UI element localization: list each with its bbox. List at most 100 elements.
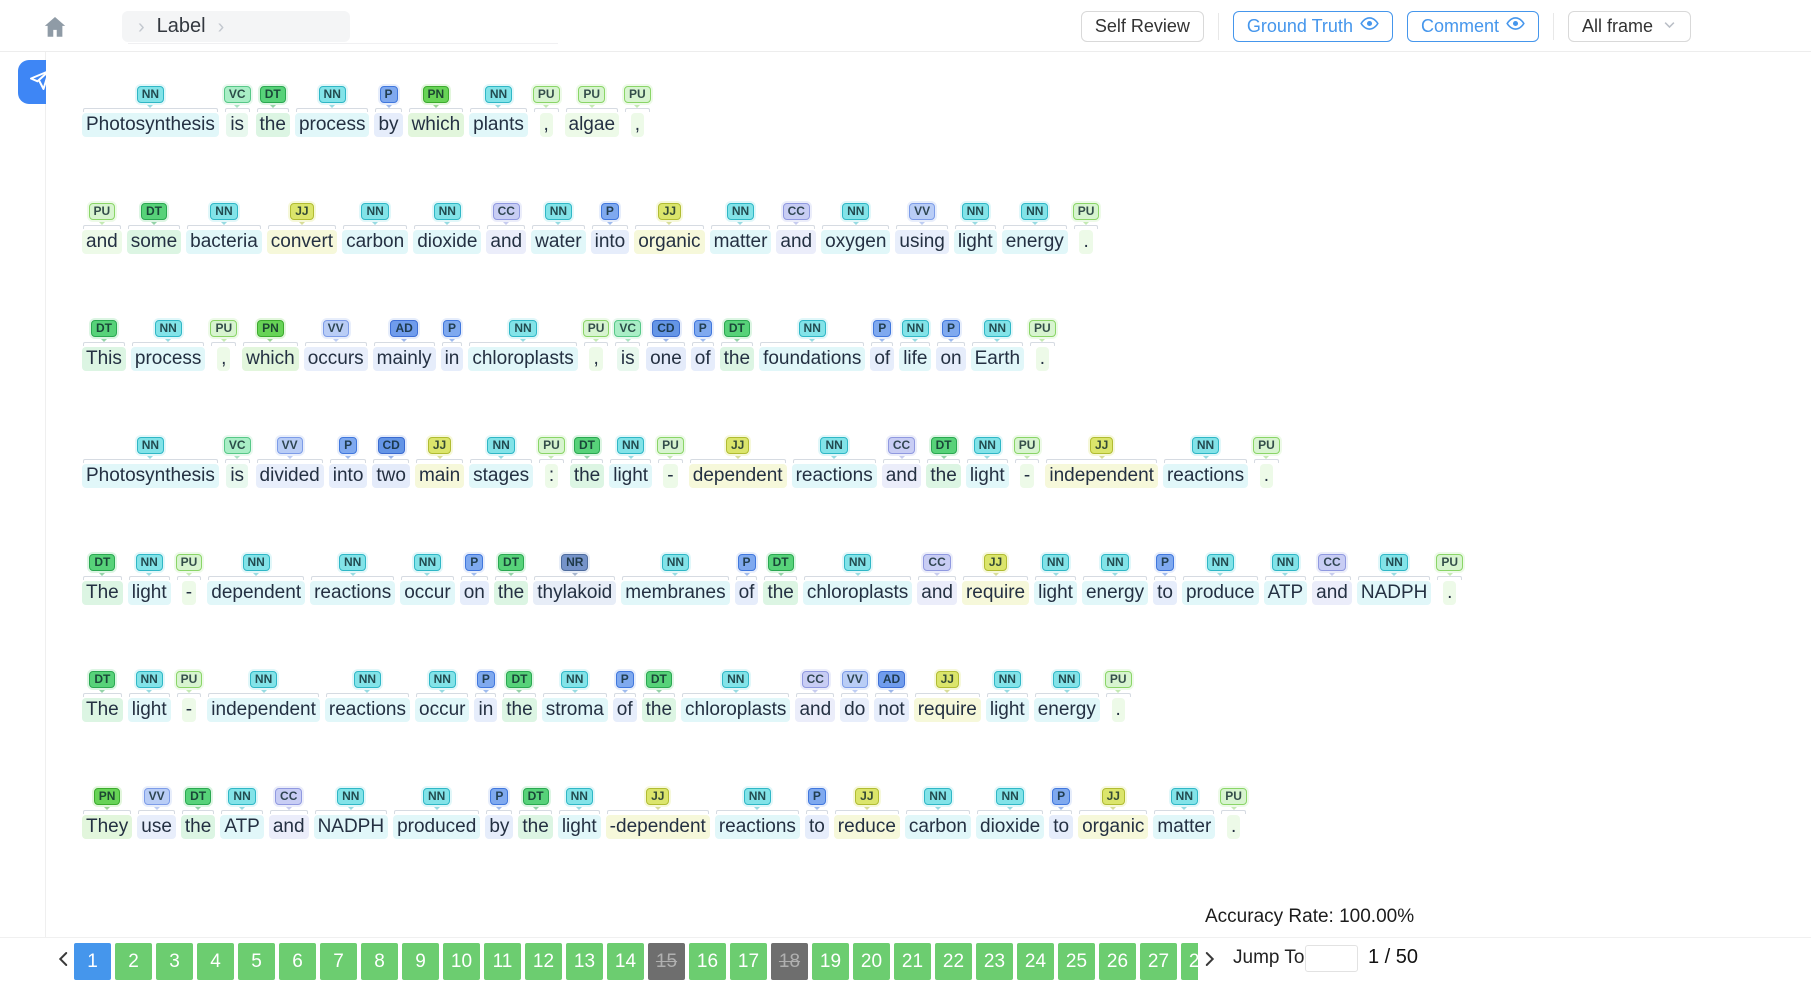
token-word[interactable]: the — [926, 464, 960, 488]
token-word[interactable]: . — [1260, 464, 1273, 488]
pos-tag-chip[interactable]: JJ — [646, 788, 669, 805]
token[interactable]: NNmatter — [710, 203, 772, 254]
token[interactable]: JJconvert — [267, 203, 337, 254]
token[interactable]: NNlight — [986, 671, 1029, 722]
token-word[interactable]: one — [646, 347, 686, 371]
token-word[interactable]: thylakoid — [533, 581, 616, 605]
token-word[interactable]: stages — [469, 464, 533, 488]
pos-tag-chip[interactable]: DT — [260, 86, 286, 103]
token-word[interactable]: on — [460, 581, 489, 605]
pos-tag-chip[interactable]: P — [380, 86, 398, 103]
pos-tag-chip[interactable]: NN — [250, 671, 277, 688]
pos-tag-chip[interactable]: DT — [506, 671, 532, 688]
pos-tag-chip[interactable]: CC — [802, 671, 829, 688]
token-word[interactable]: occur — [400, 581, 454, 605]
token-word[interactable]: Earth — [971, 347, 1024, 371]
token[interactable]: NNenergy — [1034, 671, 1100, 722]
pos-tag-chip[interactable]: NN — [617, 437, 644, 454]
token-word[interactable]: in — [474, 698, 497, 722]
token[interactable]: NNreactions — [792, 437, 877, 488]
token-word[interactable]: which — [242, 347, 299, 371]
page-button[interactable]: 8 — [361, 943, 398, 980]
token[interactable]: NNoccur — [415, 671, 469, 722]
page-button[interactable]: 16 — [689, 943, 726, 980]
pos-tag-chip[interactable]: NN — [820, 437, 847, 454]
token[interactable]: NNfoundations — [759, 320, 865, 371]
token[interactable]: PU- — [1014, 437, 1041, 488]
token[interactable]: NNdioxide — [413, 203, 481, 254]
pos-tag-chip[interactable]: NN — [136, 671, 163, 688]
pos-tag-chip[interactable]: NR — [561, 554, 588, 571]
token-word[interactable]: require — [962, 581, 1029, 605]
pos-tag-chip[interactable]: JJ — [290, 203, 313, 220]
page-button[interactable]: 7 — [320, 943, 357, 980]
pos-tag-chip[interactable]: DT — [646, 671, 672, 688]
token-word[interactable]: chloroplasts — [681, 698, 790, 722]
pos-tag-chip[interactable]: DT — [768, 554, 794, 571]
page-button[interactable]: 9 — [402, 943, 439, 980]
token[interactable]: Pby — [485, 788, 513, 839]
page-button[interactable]: 15 — [648, 943, 685, 980]
token[interactable]: PU. — [1029, 320, 1056, 371]
token[interactable]: NNstroma — [542, 671, 608, 722]
token-word[interactable]: membranes — [621, 581, 729, 605]
pos-tag-chip[interactable]: VV — [842, 671, 868, 688]
token-word[interactable]: dependent — [689, 464, 787, 488]
token[interactable]: DTthe — [720, 320, 754, 371]
token[interactable]: VCis — [224, 437, 251, 488]
pos-tag-chip[interactable]: PU — [533, 86, 560, 103]
token-word[interactable]: Photosynthesis — [82, 464, 219, 488]
pos-tag-chip[interactable]: PU — [176, 671, 203, 688]
token[interactable]: NNNADPH — [314, 788, 389, 839]
token[interactable]: PU. — [1105, 671, 1132, 722]
token[interactable]: NNproduced — [393, 788, 480, 839]
pos-tag-chip[interactable]: NN — [1021, 203, 1048, 220]
token-word[interactable]: mainly — [373, 347, 436, 371]
token[interactable]: PU, — [624, 86, 651, 137]
token-word[interactable]: and — [269, 815, 309, 839]
token-word[interactable]: using — [895, 230, 948, 254]
token[interactable]: DT the — [926, 437, 960, 488]
pos-tag-chip[interactable]: CD — [652, 320, 679, 337]
pos-tag-chip[interactable]: DT — [931, 437, 957, 454]
page-button[interactable]: 23 — [976, 943, 1013, 980]
page-button[interactable]: 19 — [812, 943, 849, 980]
token[interactable]: Pinto — [329, 437, 368, 488]
token-word[interactable]: independent — [1045, 464, 1158, 488]
token-word[interactable]: use — [137, 815, 176, 839]
pos-tag-chip[interactable]: PU — [89, 203, 116, 220]
token-word[interactable]: . — [1036, 347, 1049, 371]
pos-tag-chip[interactable]: P — [738, 554, 756, 571]
pos-tag-chip[interactable]: PU — [538, 437, 565, 454]
token-word[interactable]: of — [613, 698, 637, 722]
pos-tag-chip[interactable]: JJ — [428, 437, 451, 454]
page-button[interactable]: 11 — [484, 943, 521, 980]
token[interactable]: DTthe — [642, 671, 676, 722]
token[interactable]: DTsome — [127, 203, 181, 254]
pos-tag-chip[interactable]: DT — [185, 788, 211, 805]
pos-tag-chip[interactable]: VV — [323, 320, 349, 337]
pos-tag-chip[interactable]: PU — [1220, 788, 1247, 805]
pos-tag-chip[interactable]: NN — [337, 788, 364, 805]
token[interactable]: VCis — [224, 86, 251, 137]
token-word[interactable]: and — [795, 698, 835, 722]
pos-tag-chip[interactable]: NN — [319, 86, 346, 103]
page-button[interactable]: 18 — [771, 943, 808, 980]
token[interactable]: CCand — [882, 437, 922, 488]
token[interactable]: NNPhotosynthesis — [82, 437, 219, 488]
page-button[interactable]: 12 — [525, 943, 562, 980]
token-word[interactable]: They — [82, 815, 132, 839]
pos-tag-chip[interactable]: CC — [923, 554, 950, 571]
token-word[interactable]: is — [226, 113, 248, 137]
token-word[interactable]: light — [609, 464, 652, 488]
token-word[interactable]: reactions — [715, 815, 800, 839]
token-word[interactable]: The — [82, 581, 123, 605]
token-word[interactable]: carbon — [342, 230, 408, 254]
pos-tag-chip[interactable]: P — [490, 788, 508, 805]
token-word[interactable]: to — [1153, 581, 1177, 605]
token-word[interactable]: on — [936, 347, 965, 371]
token-word[interactable]: do — [840, 698, 869, 722]
token[interactable]: NNcarbon — [342, 203, 408, 254]
self-review-button[interactable]: Self Review — [1081, 11, 1204, 42]
token[interactable]: PU, — [210, 320, 237, 371]
